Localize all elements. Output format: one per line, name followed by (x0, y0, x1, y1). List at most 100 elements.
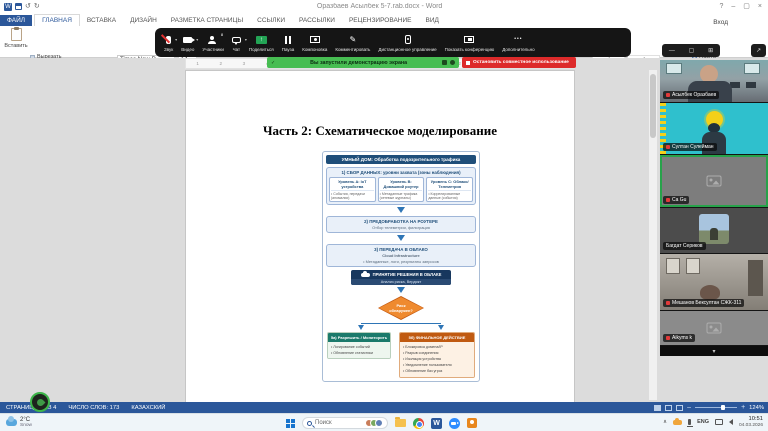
restore-button[interactable]: ▢ (743, 3, 750, 10)
leaf-icon (35, 397, 45, 407)
collapse-panel-button[interactable]: ▾ (660, 346, 768, 356)
layout-button[interactable]: Компоновка (298, 28, 331, 57)
scrollbar-thumb[interactable] (650, 74, 656, 138)
participants-icon (208, 36, 218, 44)
language-switcher[interactable]: ENG (697, 419, 709, 425)
hide-banner-icon[interactable] (450, 60, 455, 65)
smart-home-diagram: УМНЫЙ ДОМ: Обработка подозрительного тра… (322, 151, 480, 382)
panel-gallery-button[interactable]: ▢ (689, 47, 695, 54)
check-icon: ✓ (271, 60, 275, 66)
show-meeting-button[interactable]: Показать конференцию (441, 28, 499, 57)
participant-tile-active-speaker[interactable]: Ca Gu (660, 155, 768, 206)
paste-button[interactable]: Вставить (6, 28, 26, 52)
chevron-up-icon[interactable]: ▾ (175, 37, 177, 42)
remote-control-button[interactable]: Дистанционное управление (374, 28, 440, 57)
participant-tile[interactable]: Aikyms k (660, 311, 768, 345)
video-button[interactable]: ▾ Видео (177, 28, 198, 57)
panel-expand-button[interactable]: ↗ (751, 44, 766, 57)
word-logo-icon: W (4, 3, 12, 11)
chevron-up-icon[interactable]: ▾ (196, 37, 198, 42)
document-scrollbar[interactable] (649, 70, 657, 400)
tab-design[interactable]: ДИЗАЙН (123, 15, 164, 26)
zoom-in-button[interactable]: + (741, 404, 745, 411)
share-screen-button[interactable]: ↑ Поделиться (245, 28, 278, 57)
remote-control-icon (405, 35, 411, 44)
sign-in-link[interactable]: Вход (713, 19, 768, 26)
app-icon[interactable] (467, 418, 477, 428)
panel-grid-button[interactable]: ⊞ (708, 47, 713, 54)
tab-view[interactable]: ВИД (418, 15, 445, 26)
touch-keyboard-icon[interactable] (715, 419, 723, 425)
audio-button[interactable]: ▾ Звук (160, 28, 177, 57)
onedrive-icon[interactable] (673, 420, 682, 425)
system-tray: ∧ ENG 10:51 04.03.2026 (663, 416, 768, 428)
help-button[interactable]: ? (719, 3, 723, 10)
undo-icon[interactable]: ↺ (25, 3, 31, 10)
zoom-level[interactable]: 124% (749, 405, 764, 411)
minimize-button[interactable]: – (731, 3, 735, 10)
tray-mic-icon[interactable] (688, 419, 691, 425)
floating-app-logo[interactable] (30, 392, 50, 412)
speaker-icon[interactable] (729, 419, 733, 425)
language-indicator[interactable]: КАЗАХСКИЙ (131, 405, 165, 411)
chevron-up-icon[interactable]: ▾ (245, 37, 247, 42)
word-count[interactable]: ЧИСЛО СЛОВ: 173 (68, 405, 119, 411)
weather-widget[interactable]: 2°C Snow (0, 417, 32, 429)
zoom-app-icon[interactable] (449, 418, 460, 429)
panel-minimize-button[interactable]: — (669, 48, 675, 54)
screen: W ↺ ↻ Оразбаев Асылбек 5-7.rab.docx - Wo… (0, 0, 768, 431)
pause-share-button[interactable]: Пауза (278, 28, 299, 57)
read-mode-icon[interactable] (654, 405, 661, 411)
more-icon: ••• (514, 37, 522, 42)
participants-button[interactable]: 8 Участники (198, 28, 228, 57)
taskbar: 2°C Snow Поиск W ∧ ENG 10:51 (0, 413, 768, 431)
zoom-out-button[interactable]: – (687, 404, 691, 411)
participant-name-tag: Aikyms k (663, 334, 695, 342)
video-camera-icon (183, 37, 192, 43)
chat-icon (232, 37, 241, 43)
close-button[interactable]: × (758, 3, 762, 10)
participant-name-tag: Султан Сулейман (663, 143, 717, 151)
tab-references[interactable]: ССЫЛКИ (250, 15, 292, 26)
participant-tile[interactable]: Мешанов Бексултан СЖК-311 (660, 254, 768, 310)
participant-tile[interactable]: Султан Сулейман (660, 103, 768, 154)
tab-mailings[interactable]: РАССЫЛКИ (292, 15, 342, 26)
tab-page-layout[interactable]: РАЗМЕТКА СТРАНИЦЫ (164, 15, 250, 26)
participant-tile[interactable]: Багдат Сериков (660, 208, 768, 253)
muted-mic-icon (666, 145, 670, 149)
participant-tile[interactable]: Асылбек Оразбаев (660, 60, 768, 102)
quick-access-toolbar: W ↺ ↻ (0, 3, 40, 11)
muted-mic-icon (666, 301, 670, 305)
chat-button[interactable]: ▾ Чат (228, 28, 245, 57)
share-screen-icon: ↑ (256, 36, 267, 44)
tab-review[interactable]: РЕЦЕНЗИРОВАНИЕ (342, 15, 419, 26)
chrome-icon[interactable] (413, 418, 424, 429)
clock[interactable]: 10:51 04.03.2026 (739, 416, 763, 428)
tab-file[interactable]: ФАЙЛ (0, 15, 32, 26)
zoom-slider[interactable] (695, 407, 737, 408)
muted-mic-icon (666, 93, 670, 97)
pause-icon (285, 36, 291, 44)
start-button[interactable] (286, 419, 295, 428)
tray-overflow-button[interactable]: ∧ (663, 419, 667, 425)
stop-share-button[interactable]: Остановить совместное использование (462, 57, 576, 68)
save-icon[interactable] (15, 3, 22, 10)
web-layout-icon[interactable] (676, 405, 683, 411)
search-input[interactable]: Поиск (302, 417, 388, 429)
zoom-slider-thumb[interactable] (721, 405, 725, 410)
mute-indicator-icon[interactable] (442, 60, 447, 65)
clipboard-icon (11, 28, 22, 41)
tab-home[interactable]: ГЛАВНАЯ (34, 14, 80, 26)
print-layout-icon[interactable] (665, 405, 672, 411)
ribbon-tabs: ФАЙЛ ГЛАВНАЯ ВСТАВКА ДИЗАЙН РАЗМЕТКА СТР… (0, 13, 768, 26)
level-c-box: Уровень C: Облако/Телеметрия • Коррелиро… (426, 177, 473, 202)
diagram-step2: 2) ПРЕДОБРАБОТКА НА РОУТЕРЕ Отбор телеме… (326, 216, 476, 233)
annotate-button[interactable]: ✎ Комментировать (331, 28, 374, 57)
tab-insert[interactable]: ВСТАВКА (80, 15, 123, 26)
word-app-icon[interactable]: W (431, 418, 442, 429)
file-explorer-icon[interactable] (395, 419, 406, 427)
document-heading: Часть 2: Схематическое моделирование (186, 123, 574, 139)
more-button[interactable]: ••• Дополнительно (498, 28, 538, 57)
search-highlight-thumbnails (368, 419, 383, 427)
show-meeting-icon (464, 36, 474, 43)
